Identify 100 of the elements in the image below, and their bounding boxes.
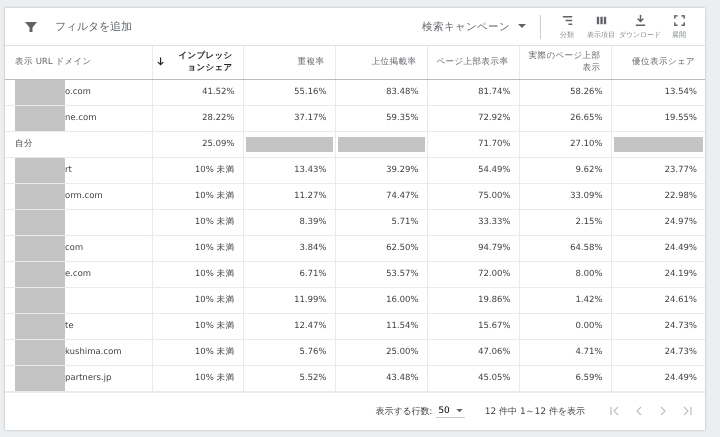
domain-text: 自分 [15,138,33,150]
filter-icon[interactable] [25,20,37,32]
table-cell: 22.98% [611,183,705,209]
column-header[interactable]: 重複率 [243,46,335,79]
table-cell: 5.71% [335,209,427,235]
table-cell: 39.29% [335,157,427,183]
table-cell: 45.05% [427,365,519,391]
add-filter-link[interactable]: フィルタを追加 [55,19,422,34]
first-page-icon[interactable] [609,405,621,418]
table-cell: 64.58% [519,235,611,261]
table-cell: 3.84% [243,235,335,261]
domain-text: kushima.com [65,347,122,357]
redaction-block [15,210,65,234]
redaction-block [15,106,65,130]
table-cell: 8.39% [243,209,335,235]
redaction-block [15,288,65,312]
table-cell: 4.71% [519,339,611,365]
table-cell: 62.50% [335,235,427,261]
redaction-block [15,366,65,390]
table-cell: 75.00% [427,183,519,209]
table-cell: 10% 未満 [152,365,243,391]
table-cell: 26.65% [519,105,611,131]
table-cell: 8.00% [519,261,611,287]
table-cell: 54.49% [427,157,519,183]
table-cell: 24.49% [611,365,705,391]
table-cell: 58.26% [519,79,611,105]
column-header[interactable]: 表示 URL ドメイン [5,46,152,79]
table-cell: 10% 未満 [152,313,243,339]
domain-text: orm.com [65,191,103,201]
table-cell: 74.47% [335,183,427,209]
table-cell: 10% 未満 [152,287,243,313]
domain-text: rt [65,165,72,175]
table-cell: 19.55% [611,105,705,131]
table-cell: 33.33% [427,209,519,235]
table-cell: 2.15% [519,209,611,235]
table-cell: 24.61% [611,287,705,313]
table-cell: 72.00% [427,261,519,287]
column-header[interactable]: 優位表示シェア [611,46,705,79]
table-cell: 5.76% [243,339,335,365]
table-cell: 10% 未満 [152,209,243,235]
table-cell: 43.48% [335,365,427,391]
table-cell: 25.00% [335,339,427,365]
table-cell: 59.35% [335,105,427,131]
redaction-block [15,314,65,338]
redaction-block [15,262,65,286]
campaign-dropdown[interactable]: 検索キャンペーン [422,20,526,34]
table-cell: 5.52% [243,365,335,391]
table-cell: 83.48% [335,79,427,105]
table-cell: 13.54% [611,79,705,105]
table-cell: 25.09% [152,131,243,157]
domain-text: com [65,243,84,253]
domain-text: e.com [65,269,92,279]
table-cell: 10% 未満 [152,183,243,209]
page-range-text: 12 件中 1～12 件を表示 [484,406,585,418]
table-cell: 10% 未満 [152,157,243,183]
domain-text: ne.com [65,113,96,123]
column-header[interactable]: ページ上部表示率 [427,46,519,79]
table-cell: 11.99% [243,287,335,313]
table-cell: 33.09% [519,183,611,209]
redaction-block [15,184,65,208]
rows-per-page-dropdown[interactable]: 50 [436,404,465,418]
table-cell: 28.22% [152,105,243,131]
table-cell: 9.62% [519,157,611,183]
table-cell: 24.97% [611,209,705,235]
table-cell: 24.19% [611,261,705,287]
table-cell: 10% 未満 [152,235,243,261]
table-cell: 24.73% [611,339,705,365]
caret-icon [456,408,463,413]
table-cell: 0.00% [519,313,611,339]
table-cell: 23.77% [611,157,705,183]
column-header[interactable]: 実際のページ上部表示 [519,46,611,79]
table-cell: 11.54% [335,313,427,339]
table-cell: 6.71% [243,261,335,287]
domain-text: partners.jp [65,373,112,383]
caret-icon [518,24,526,29]
domain-text: o.com [65,87,91,97]
table-cell: 24.49% [611,235,705,261]
table-cell: 81.74% [427,79,519,105]
redaction-block [15,80,65,104]
last-page-icon[interactable] [681,405,693,418]
table-cell: 1.42% [519,287,611,313]
table-cell: 10% 未満 [152,261,243,287]
expand-icon [672,13,686,28]
table-cell: 19.86% [427,287,519,313]
table-cell: 37.17% [243,105,335,131]
column-title: インプレッションシェア [178,50,232,74]
table-cell: 11.27% [243,183,335,209]
table-cell: 94.79% [427,235,519,261]
redaction-block [15,340,65,364]
table-cell: 12.47% [243,313,335,339]
table-cell: 16.00% [335,287,427,313]
domain-text: te [65,321,74,331]
table-cell: 6.59% [519,365,611,391]
table-cell: 55.16% [243,79,335,105]
redaction-block [15,158,65,182]
table-cell: 41.52% [152,79,243,105]
table-cell: 15.67% [427,313,519,339]
redaction-block [15,236,65,260]
table-cell: 72.92% [427,105,519,131]
column-header[interactable]: 上位掲載率 [335,46,427,79]
